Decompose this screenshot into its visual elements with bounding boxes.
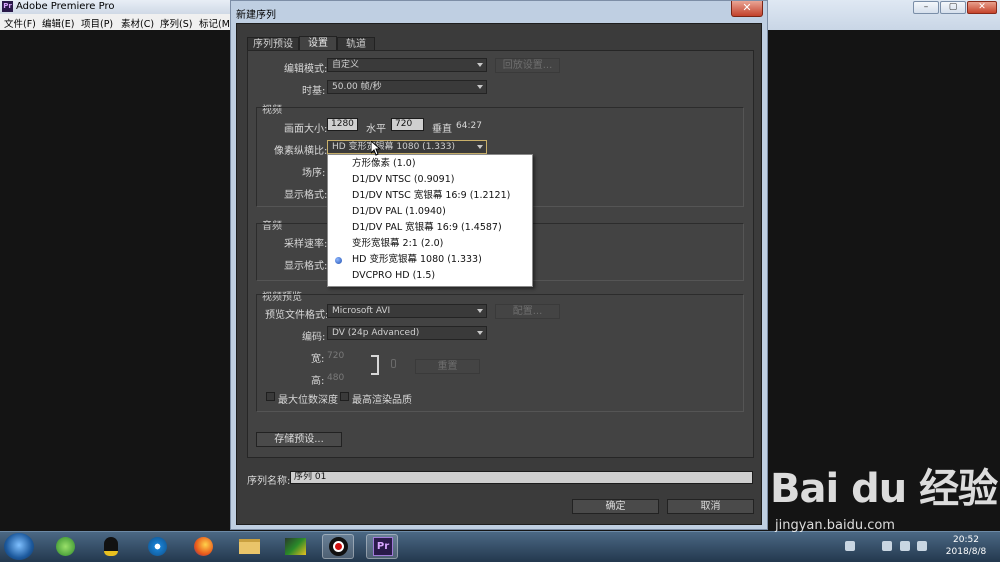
menu-item-d1-pal[interactable]: D1/DV PAL (1.0940) xyxy=(328,204,532,220)
menu-item-square-pixels[interactable]: 方形像素 (1.0) xyxy=(328,156,532,172)
menu-clip[interactable]: 素材(C) xyxy=(121,16,154,30)
cancel-button[interactable]: 取消 xyxy=(667,499,754,514)
taskbar-recorder-icon[interactable] xyxy=(322,534,354,559)
pixel-aspect-dropdown[interactable]: HD 变形宽银幕 1080 (1.333) xyxy=(327,140,487,154)
baidu-watermark-url: jingyan.baidu.com xyxy=(775,518,895,533)
sample-rate-label: 采样速率: xyxy=(284,239,328,250)
frame-size-label: 画面大小: xyxy=(284,124,328,135)
chevron-down-icon xyxy=(477,309,483,313)
video-display-format-label: 显示格式: xyxy=(284,190,328,201)
chevron-down-icon xyxy=(477,85,483,89)
codec-value: DV (24p Advanced) xyxy=(332,328,420,338)
audio-display-format-label: 显示格式: xyxy=(284,261,328,272)
clock-time: 20:52 xyxy=(953,535,979,545)
taskbar-qq-icon[interactable] xyxy=(95,534,127,559)
chain-link-icon[interactable] xyxy=(391,359,396,368)
taskbar-folder-icon[interactable] xyxy=(233,534,265,559)
configure-button[interactable]: 配置... xyxy=(495,304,560,319)
codec-dropdown[interactable]: DV (24p Advanced) xyxy=(327,326,487,340)
taskbar-firefox-icon[interactable] xyxy=(187,534,219,559)
menu-item-label: HD 变形宽银幕 1080 (1.333) xyxy=(352,254,482,265)
tab-settings[interactable]: 设置 xyxy=(299,36,337,51)
taskbar-clock[interactable]: 20:52 2018/8/8 xyxy=(940,534,992,558)
chevron-down-icon xyxy=(477,63,483,67)
menu-item-dvcpro-hd[interactable]: DVCPRO HD (1.5) xyxy=(328,268,532,284)
taskbar-premiere-icon[interactable]: Pr xyxy=(366,534,398,559)
max-bit-depth-checkbox[interactable] xyxy=(266,392,275,401)
baidu-watermark-logo: Bai du 经验 xyxy=(770,466,998,512)
preview-width-value: 720 xyxy=(327,351,345,361)
chevron-down-icon xyxy=(477,331,483,335)
premiere-window-chrome-right: – ▢ ✕ xyxy=(768,0,1000,30)
tray-speaker-icon[interactable] xyxy=(917,541,927,551)
preview-file-format-dropdown[interactable]: Microsoft AVI xyxy=(327,304,487,318)
tab-sequence-presets[interactable]: 序列预设 xyxy=(247,37,299,51)
taskbar-app-icon[interactable] xyxy=(279,534,311,559)
frame-ratio: 64:27 xyxy=(456,121,482,131)
taskbar-media-icon[interactable] xyxy=(141,534,173,559)
dialog-title: 新建序列 xyxy=(236,10,276,21)
premiere-logo-icon: Pr xyxy=(2,1,13,12)
tray-keyboard-icon[interactable] xyxy=(845,541,855,551)
tab-tracks[interactable]: 轨道 xyxy=(337,37,375,51)
reset-button[interactable]: 重置 xyxy=(415,359,480,374)
menu-file[interactable]: 文件(F) xyxy=(4,16,36,30)
edit-mode-dropdown[interactable]: 自定义 xyxy=(327,58,487,72)
sequence-name-label: 序列名称: xyxy=(247,476,291,487)
menu-item-hd-anamorphic-1080[interactable]: HD 变形宽银幕 1080 (1.333) xyxy=(328,252,532,268)
preview-height-label: 高: xyxy=(311,376,325,387)
menu-item-d1-ntsc[interactable]: D1/DV NTSC (0.9091) xyxy=(328,172,532,188)
selected-radio-icon xyxy=(335,257,342,264)
dialog-close-button[interactable]: ✕ xyxy=(731,1,763,17)
vertical-label: 垂直 xyxy=(432,124,452,135)
timebase-label: 时基: xyxy=(302,86,326,97)
menu-project[interactable]: 项目(P) xyxy=(81,16,113,30)
tray-volume-icon[interactable] xyxy=(900,541,910,551)
link-bracket-icon xyxy=(371,355,379,375)
menu-item-d1-pal-wide[interactable]: D1/DV PAL 宽银幕 16:9 (1.4587) xyxy=(328,220,532,236)
minimize-icon[interactable]: – xyxy=(913,1,939,14)
edit-mode-label: 编辑模式: xyxy=(284,64,328,75)
preview-file-format-value: Microsoft AVI xyxy=(332,306,391,316)
max-render-quality-checkbox[interactable] xyxy=(340,392,349,401)
max-render-quality-label: 最高渲染品质 xyxy=(352,395,412,406)
menu-sequence[interactable]: 序列(S) xyxy=(160,16,192,30)
premiere-taskbar-label: Pr xyxy=(373,537,393,556)
playback-settings-button[interactable]: 回放设置... xyxy=(495,58,560,73)
tray-network-icon[interactable] xyxy=(882,541,892,551)
codec-label: 编码: xyxy=(302,332,326,343)
edit-mode-value: 自定义 xyxy=(332,60,360,70)
preview-file-format-label: 预览文件格式: xyxy=(265,310,329,321)
menu-item-anamorphic-2-1[interactable]: 变形宽银幕 2:1 (2.0) xyxy=(328,236,532,252)
timebase-value: 50.00 帧/秒 xyxy=(332,82,382,92)
horizontal-label: 水平 xyxy=(366,124,386,135)
sequence-name-input[interactable]: 序列 01 xyxy=(290,471,753,484)
ok-button[interactable]: 确定 xyxy=(572,499,659,514)
timebase-dropdown[interactable]: 50.00 帧/秒 xyxy=(327,80,487,94)
taskbar-360-icon[interactable] xyxy=(49,534,81,559)
save-preset-button[interactable]: 存储预设... xyxy=(256,432,342,447)
window-close-icon[interactable]: ✕ xyxy=(967,1,997,14)
menu-marker[interactable]: 标记(M xyxy=(199,16,230,30)
app-title: Adobe Premiere Pro xyxy=(16,1,115,12)
frame-width-input[interactable]: 1280 xyxy=(327,118,358,131)
mouse-cursor-icon xyxy=(371,141,381,156)
pixel-aspect-menu: 方形像素 (1.0) D1/DV NTSC (0.9091) D1/DV NTS… xyxy=(327,154,533,287)
chevron-down-icon xyxy=(477,145,483,149)
pixel-aspect-value: HD 变形宽银幕 1080 (1.333) xyxy=(332,142,455,152)
preview-width-label: 宽: xyxy=(311,354,325,365)
pixel-aspect-label: 像素纵横比: xyxy=(274,146,328,157)
maximize-icon[interactable]: ▢ xyxy=(940,1,966,14)
frame-height-input[interactable]: 720 xyxy=(391,118,424,131)
clock-date: 2018/8/8 xyxy=(945,547,987,557)
max-bit-depth-label: 最大位数深度 xyxy=(278,395,338,406)
start-button-icon[interactable] xyxy=(4,533,34,560)
menu-edit[interactable]: 编辑(E) xyxy=(42,16,74,30)
fields-label: 场序: xyxy=(302,168,326,179)
menu-item-d1-ntsc-wide[interactable]: D1/DV NTSC 宽银幕 16:9 (1.2121) xyxy=(328,188,532,204)
preview-height-value: 480 xyxy=(327,373,345,383)
